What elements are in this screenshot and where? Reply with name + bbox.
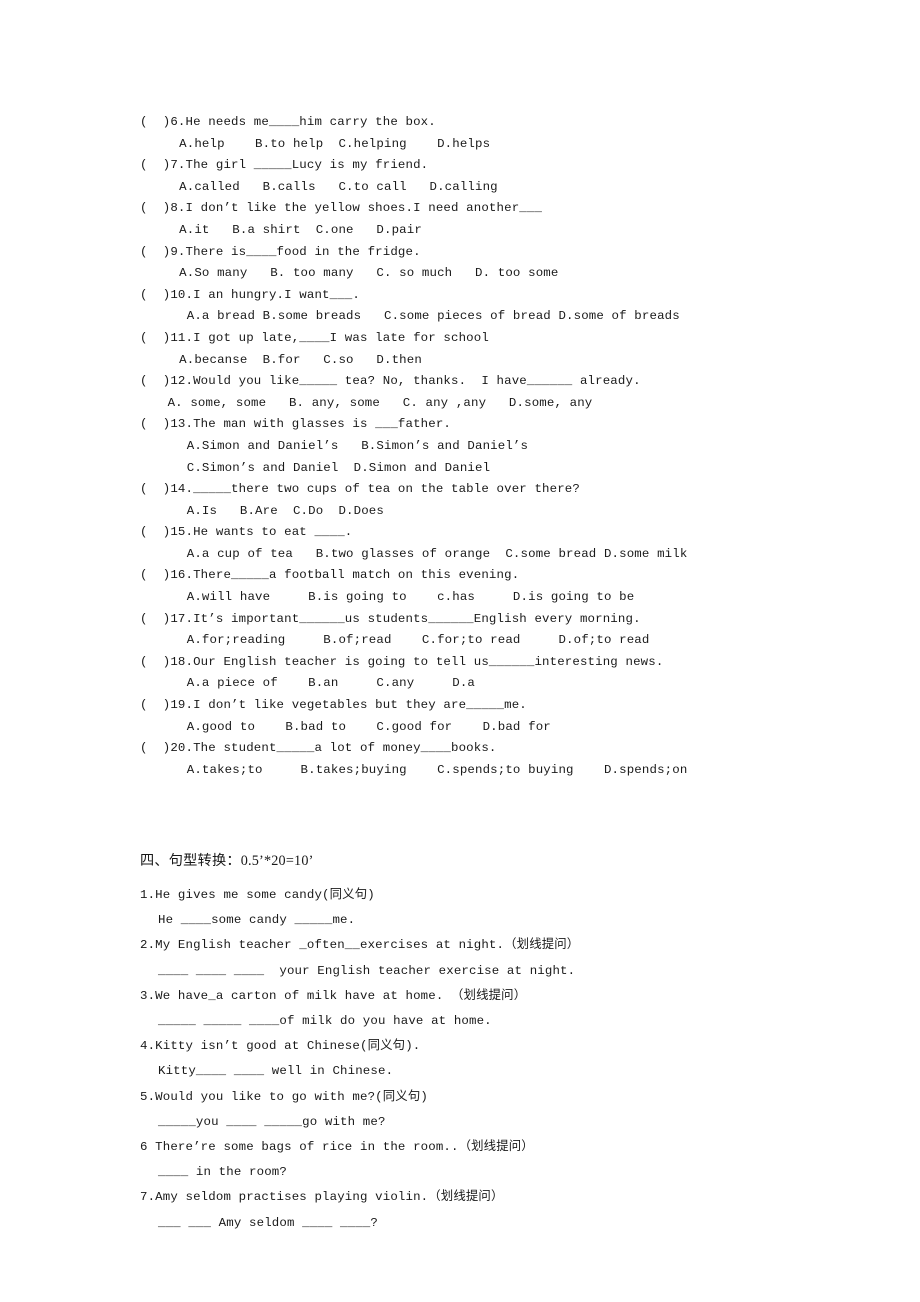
question-stem: ( )7.The girl _____Lucy is my friend. bbox=[140, 158, 429, 173]
transform-stem: 2.My English teacher _often__exercises a… bbox=[140, 938, 580, 953]
transform-answer-line[interactable]: ____ in the room? bbox=[158, 1160, 880, 1185]
transform-stem: 6 There’re some bags of rice in the room… bbox=[140, 1140, 534, 1155]
question-options: A.good to B.bad to C.good for D.bad for bbox=[164, 719, 551, 734]
transform-stem: 7.Amy seldom practises playing violin.（划… bbox=[140, 1190, 504, 1205]
question-stem: ( )8.I don’t like the yellow shoes.I nee… bbox=[140, 201, 543, 216]
transform-stem: 5.Would you like to go with me?(同义句) bbox=[140, 1089, 428, 1104]
question-stem: ( )6.He needs me____him carry the box. bbox=[140, 115, 436, 129]
transform-stem: 4.Kitty isn’t good at Chinese(同义句). bbox=[140, 1039, 421, 1054]
transform-answer-line[interactable]: _____you ____ _____go with me? bbox=[158, 1110, 880, 1135]
transform-answer-line[interactable]: ____ ____ ____ your English teacher exer… bbox=[158, 959, 880, 984]
question-stem: ( )13.The man with glasses is ___father. bbox=[140, 417, 452, 432]
transform-stem: 3.We have_a carton of milk have at home.… bbox=[140, 988, 527, 1003]
question-options: A.Is B.Are C.Do D.Does bbox=[164, 503, 384, 518]
question-options: A.a cup of tea B.two glasses of orange C… bbox=[164, 546, 688, 561]
transform-answer-line[interactable]: Kitty____ ____ well in Chinese. bbox=[158, 1059, 880, 1084]
worksheet-page: ( )6.He needs me____him carry the box. A… bbox=[0, 0, 920, 1302]
transform-stem: 1.He gives me some candy(同义句) bbox=[140, 888, 375, 902]
question-options: A.called B.calls C.to call D.calling bbox=[164, 179, 498, 194]
question-stem: ( )17.It’s important______us students___… bbox=[140, 611, 641, 626]
multiple-choice-section: ( )6.He needs me____him carry the box. A… bbox=[140, 112, 880, 781]
worksheet-content: ( )6.He needs me____him carry the box. A… bbox=[140, 112, 880, 1236]
question-stem: ( )15.He wants to eat ____. bbox=[140, 525, 353, 540]
question-stem: ( )16.There_____a football match on this… bbox=[140, 568, 520, 583]
question-options: A.a piece of B.an C.any D.a bbox=[164, 676, 476, 691]
question-options: A.will have B.is going to c.has D.is goi… bbox=[164, 590, 635, 605]
question-stem: ( )10.I an hungry.I want___. bbox=[140, 287, 360, 302]
question-options: A.So many B. too many C. so much D. too … bbox=[164, 266, 559, 281]
question-options: A.Simon and Daniel’s B.Simon’s and Danie… bbox=[164, 438, 529, 453]
question-stem: ( )11.I got up late,____I was late for s… bbox=[140, 330, 489, 345]
question-stem: ( )14._____there two cups of tea on the … bbox=[140, 482, 580, 497]
question-options: A. some, some B. any, some C. any ,any D… bbox=[160, 395, 593, 410]
section-four-heading: 四、句型转换：0.5’*20=10’ bbox=[140, 853, 314, 870]
question-stem: ( )20.The student_____a lot of money____… bbox=[140, 741, 497, 756]
question-stem: ( )12.Would you like_____ tea? No, thank… bbox=[140, 374, 641, 389]
question-options: A.a bread B.some breads C.some pieces of… bbox=[164, 309, 680, 324]
question-options-continued: C.Simon’s and Daniel D.Simon and Daniel bbox=[164, 460, 491, 475]
question-options: A.it B.a shirt C.one D.pair bbox=[164, 222, 422, 237]
transform-answer-line[interactable]: He ____some candy _____me. bbox=[158, 908, 880, 933]
question-options: A.takes;to B.takes;buying C.spends;to bu… bbox=[164, 762, 688, 777]
question-stem: ( )9.There is____food in the fridge. bbox=[140, 244, 421, 259]
question-options: A.help B.to help C.helping D.helps bbox=[164, 136, 491, 151]
transform-answer-line[interactable]: ___ ___ Amy seldom ____ ____? bbox=[158, 1211, 880, 1236]
question-options: A.becanse B.for C.so D.then bbox=[164, 352, 422, 367]
question-options: A.for;reading B.of;read C.for;to read D.… bbox=[164, 633, 650, 648]
question-stem: ( )19.I don’t like vegetables but they a… bbox=[140, 698, 527, 713]
question-stem: ( )18.Our English teacher is going to te… bbox=[140, 654, 664, 669]
transform-answer-line[interactable]: _____ _____ ____of milk do you have at h… bbox=[158, 1009, 880, 1034]
sentence-transformation-section: 1.He gives me some candy(同义句) He ____som… bbox=[140, 883, 880, 1236]
